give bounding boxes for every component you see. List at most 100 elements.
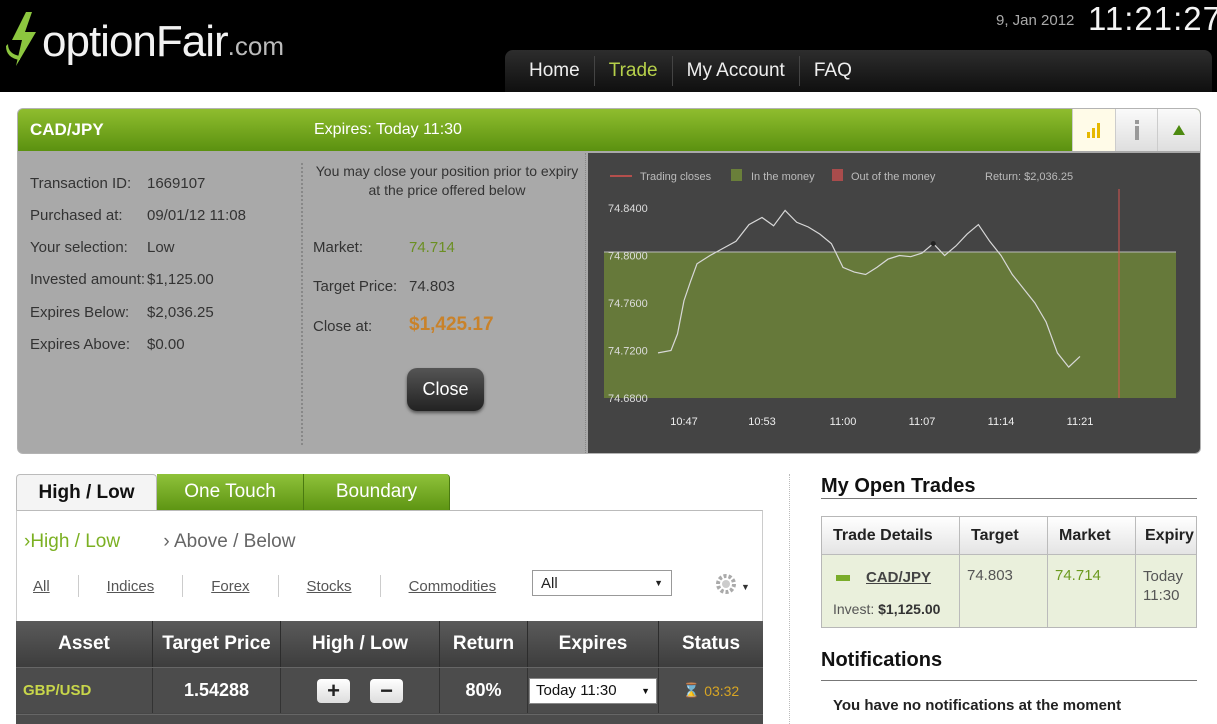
- col-target: Target: [960, 517, 1048, 554]
- tab-one-touch[interactable]: One Touch: [157, 474, 304, 510]
- logo-text: optionFair: [42, 17, 229, 66]
- logo-mark-icon: [6, 10, 40, 66]
- divider: [821, 680, 1197, 681]
- detail-label: Transaction ID:: [30, 175, 132, 192]
- collapse-up-icon[interactable]: [1157, 109, 1200, 151]
- detail-value: Low: [147, 239, 175, 256]
- row-expires-cell: Today 11:30 ▼: [528, 668, 659, 713]
- row-target: 1.54288: [153, 668, 281, 713]
- col-expiry: Expiry: [1145, 526, 1194, 544]
- col-target-price: Target Price: [153, 621, 281, 667]
- subtabs: ›High / Low › Above / Below: [24, 531, 295, 553]
- chevron-down-icon: ▼: [641, 685, 650, 696]
- panel-header: CAD/JPY Expires: Today 11:30: [18, 109, 1200, 151]
- divider: [585, 153, 586, 453]
- subtab-label: Above / Below: [173, 531, 296, 552]
- legend-money-swatch: [731, 169, 742, 181]
- market-value: 74.714: [409, 239, 455, 256]
- filter-indices[interactable]: Indices: [107, 578, 155, 595]
- logo[interactable]: optionFair .com: [6, 6, 284, 66]
- row-return: 80%: [440, 668, 528, 713]
- detail-value: $1,125.00: [147, 271, 214, 288]
- col-high-low: High / Low: [281, 621, 440, 667]
- asset-select[interactable]: All ▼: [532, 570, 672, 596]
- subtab-above-below[interactable]: › Above / Below: [163, 531, 295, 552]
- open-trades-table: Trade Details Target Market Expiry CAD/J…: [821, 516, 1197, 628]
- header-date: 9, Jan 2012: [996, 12, 1075, 29]
- separator: [182, 575, 184, 597]
- x-tick-label: 11:14: [988, 416, 1015, 428]
- open-trades-title: My Open Trades: [821, 475, 976, 497]
- col-trade-details: Trade Details: [822, 517, 960, 554]
- tab-high-low[interactable]: High / Low: [16, 474, 157, 510]
- in-the-money-zone: [604, 251, 1176, 398]
- legend-closes: Trading closes: [640, 171, 712, 183]
- high-plus-button[interactable]: +: [317, 678, 350, 703]
- nav-home[interactable]: Home: [515, 56, 595, 86]
- trade-market: 74.714: [1048, 555, 1136, 627]
- legend-out-swatch: [832, 169, 843, 181]
- notifications-message: You have no notifications at the moment: [833, 697, 1122, 714]
- trade-type-tabs: High / Low One Touch Boundary: [16, 474, 450, 510]
- y-tick-label: 74.6800: [608, 393, 648, 405]
- price-chart: Trading closes In the money Out of the m…: [588, 153, 1200, 453]
- col-asset: Asset: [16, 621, 153, 667]
- open-trade-row: CAD/JPY Invest: $1,125.00 74.803 74.714 …: [822, 555, 1196, 627]
- row-asset[interactable]: GBP/USD: [16, 668, 153, 713]
- chart-return: Return: $2,036.25: [985, 171, 1073, 183]
- chart-plot: 74.8400 74.8000 74.7600 74.7200 74.6800 10:47…: [604, 189, 1176, 428]
- subtab-label: High / Low: [30, 531, 121, 552]
- invest-label: Invest:: [833, 601, 875, 617]
- open-position-panel: CAD/JPY Expires: Today 11:30 Transaction…: [17, 108, 1201, 454]
- settings-menu[interactable]: ▼: [714, 572, 750, 601]
- asset-select-value: All: [541, 574, 558, 592]
- close-at-value: $1,425.17: [409, 314, 494, 335]
- col-expires: Expires: [528, 621, 659, 667]
- y-tick-label: 74.8400: [608, 203, 648, 215]
- low-minus-button[interactable]: −: [370, 678, 403, 703]
- tab-boundary[interactable]: Boundary: [304, 474, 450, 510]
- purchase-point: [930, 241, 936, 247]
- trade-expiry: Today 11:30: [1143, 568, 1184, 604]
- status-countdown: 03:32: [704, 682, 740, 699]
- detail-value: $2,036.25: [147, 304, 214, 321]
- trade-asset-link[interactable]: CAD/JPY: [866, 569, 931, 586]
- expiry-select[interactable]: Today 11:30 ▼: [529, 677, 657, 704]
- logo-tld: .com: [227, 31, 285, 61]
- separator: [277, 575, 279, 597]
- x-tick-label: 11:07: [909, 416, 936, 428]
- filter-commodities[interactable]: Commodities: [409, 578, 497, 595]
- detail-label: Expires Below:: [30, 304, 130, 321]
- detail-value: 09/01/12 11:08: [147, 207, 246, 224]
- nav-trade[interactable]: Trade: [595, 56, 673, 86]
- col-market: Market: [1048, 517, 1136, 554]
- legend-out-money: Out of the money: [851, 171, 936, 183]
- filter-forex[interactable]: Forex: [211, 578, 249, 595]
- nav-faq[interactable]: FAQ: [800, 56, 866, 86]
- asset-filters: All Indices Forex Stocks Commodities: [33, 575, 496, 597]
- divider: [821, 498, 1197, 499]
- y-tick-label: 74.7600: [608, 298, 648, 310]
- x-tick-label: 10:47: [670, 416, 698, 428]
- close-position-button[interactable]: Close: [407, 368, 484, 411]
- nav-my-account[interactable]: My Account: [673, 56, 800, 86]
- header-clock: 11:21:27: [1088, 0, 1217, 37]
- expiry-select-value: Today 11:30: [536, 682, 617, 699]
- trade-indicator-icon: [836, 575, 850, 582]
- trade-target: 74.803: [960, 555, 1048, 627]
- detail-value: $0.00: [147, 336, 185, 353]
- info-icon[interactable]: [1114, 109, 1158, 151]
- col-return: Return: [440, 621, 528, 667]
- subtab-high-low-active[interactable]: ›High / Low: [24, 531, 120, 552]
- filter-stocks[interactable]: Stocks: [307, 578, 352, 595]
- target-value: 74.803: [409, 278, 455, 295]
- filter-all[interactable]: All: [33, 578, 50, 595]
- separator: [379, 575, 381, 597]
- close-note: You may close your position prior to exp…: [315, 163, 579, 198]
- y-tick-label: 74.7200: [608, 346, 648, 358]
- column-divider: [789, 474, 790, 724]
- bar-chart-icon[interactable]: [1072, 109, 1115, 151]
- x-tick-label: 11:00: [830, 416, 857, 428]
- y-tick-label: 74.8000: [608, 251, 648, 263]
- main-nav: Home Trade My Account FAQ: [505, 50, 1212, 92]
